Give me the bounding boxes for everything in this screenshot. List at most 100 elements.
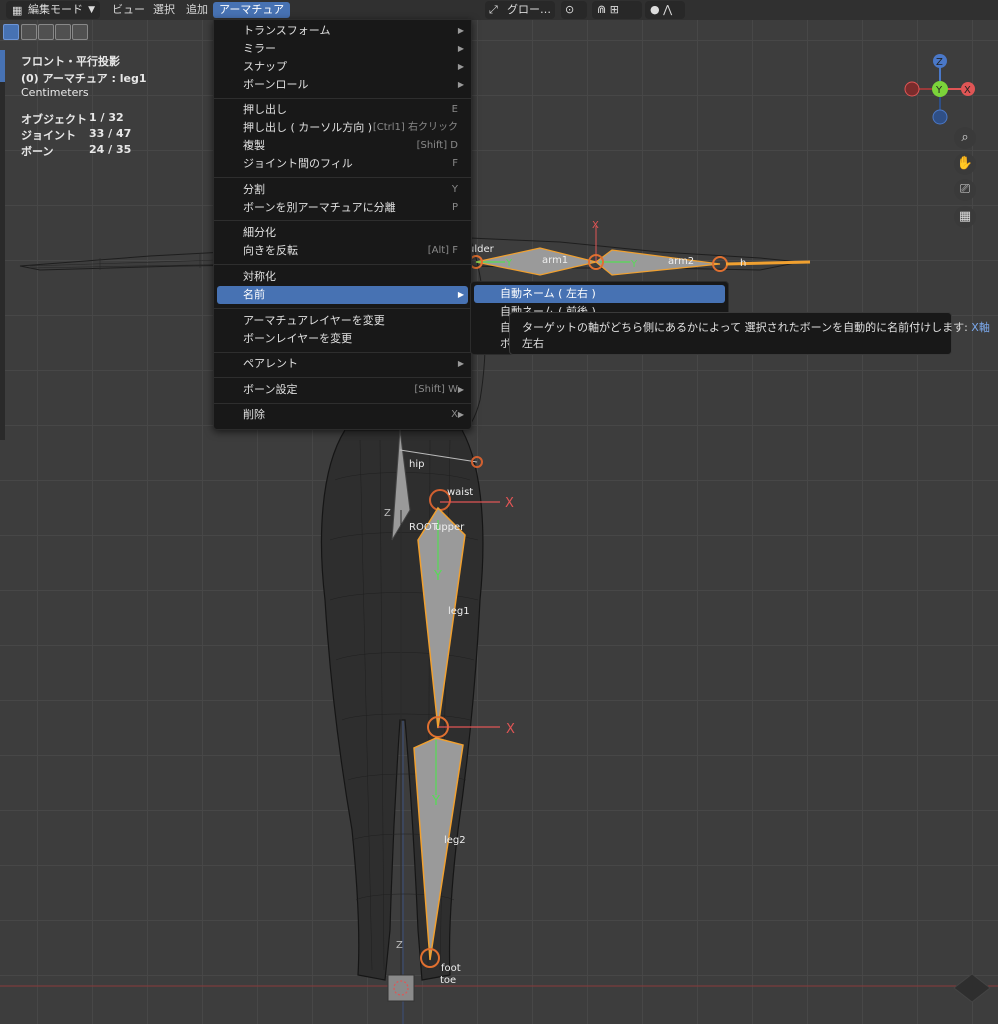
menu-item-change-bone-layer[interactable]: ボーンレイヤーを変更 <box>217 330 468 348</box>
tooltip-line2: 左右 <box>522 337 544 350</box>
submenu-arrow-icon: ▶ <box>457 62 464 71</box>
menu-separator <box>214 220 471 221</box>
view-name: フロント・平行投影 <box>21 55 120 68</box>
menu-item-fill-joints[interactable]: ジョイント間のフィル F <box>217 155 468 173</box>
label-hip: hip <box>409 459 424 470</box>
orientation-icon: ⤢ <box>489 3 498 16</box>
orientation-label: グロー… <box>507 3 551 16</box>
snap-magnet-icon: ⋒ ⊞ <box>597 3 619 16</box>
active-object-label: (0) アーマチュア : leg1 <box>21 72 147 85</box>
pivot-icon: ⊙ <box>565 3 575 16</box>
camera-view-icon[interactable]: ⎚ <box>954 179 976 201</box>
label-leg1: leg1 <box>448 606 470 617</box>
submenu-arrow-icon: ▶ <box>457 410 464 419</box>
gizmo-x-label: X <box>964 85 971 96</box>
submenu-arrow-icon: ▶ <box>457 359 464 368</box>
menu-item-bone-settings[interactable]: ボーン設定 [Shift] W ▶ <box>217 381 468 399</box>
stat-bones-label: ボーン <box>21 145 54 158</box>
snap-toggle[interactable]: ⋒ ⊞ <box>592 1 642 19</box>
menu-item-snap[interactable]: スナップ ▶ <box>217 58 468 76</box>
menu-item-transform[interactable]: トランスフォーム ▶ <box>217 22 468 40</box>
select-invert-icon[interactable] <box>55 24 71 40</box>
select-intersect-icon[interactable] <box>72 24 88 40</box>
menu-item-bone-roll[interactable]: ボーンロール ▶ <box>217 76 468 94</box>
axis-label-y-leg2: Y <box>431 794 440 809</box>
menu-separator <box>214 377 471 378</box>
chevron-down-icon: ▼ <box>88 5 95 15</box>
zoom-icon[interactable]: ⌕ <box>954 127 976 149</box>
menu-item-subdivide[interactable]: 細分化 <box>217 224 468 242</box>
label-leg2: leg2 <box>444 835 466 846</box>
axis-label-y-leg1: Y <box>433 569 442 584</box>
label-foot: foot <box>441 963 461 974</box>
label-hand: h <box>740 258 746 269</box>
menu-separator <box>214 177 471 178</box>
transform-orientation-select[interactable]: ⤢ グロー… <box>485 1 555 19</box>
menu-item-extrude[interactable]: 押し出し E <box>217 101 468 119</box>
mode-select[interactable]: ▦ 編集モード ▼ <box>6 1 100 19</box>
select-extend-icon[interactable] <box>21 24 37 40</box>
menu-item-symmetrize[interactable]: 対称化 <box>217 268 468 286</box>
tooltip-axis: X軸 <box>971 321 990 334</box>
submenu-arrow-icon: ▶ <box>457 290 464 299</box>
menu-item-switch-direction[interactable]: 向きを反転 [Alt] F <box>217 242 468 260</box>
submenu-arrow-icon: ▶ <box>457 80 464 89</box>
label-waist: waist <box>447 487 473 498</box>
menu-item-split[interactable]: 分割 Y <box>217 181 468 199</box>
label-arm2: arm2 <box>668 256 694 267</box>
menu-add[interactable]: 追加 <box>180 2 214 18</box>
proportional-icon: ● ⋀ <box>650 3 673 16</box>
axis-label-x-arm: X <box>592 220 599 231</box>
axis-label-z-root: Z <box>396 940 403 951</box>
pivot-point-button[interactable]: ⊙ <box>561 1 587 19</box>
menu-item-names[interactable]: 名前 ▶ <box>217 286 468 304</box>
menu-item-change-armature-layer[interactable]: アーマチュアレイヤーを変更 <box>217 312 468 330</box>
viewport-header: ▦ 編集モード ▼ ビュー 選択 追加 アーマチュア ⤢ グロー… ⊙ ⋒ ⊞ … <box>0 0 998 20</box>
menu-separator <box>214 264 471 265</box>
tooltip: ターゲットの軸がどちら側にあるかによって 選択されたボーンを自動的に名前付けしま… <box>509 312 990 355</box>
menu-armature[interactable]: アーマチュア <box>213 2 291 18</box>
navigation-gizmo[interactable]: X Z Y <box>900 52 980 132</box>
select-new-icon[interactable] <box>3 24 19 40</box>
axis-label-z-hip: Z <box>384 508 391 519</box>
axis-label-y-arm2: Y <box>630 259 638 270</box>
axis-label-x-knee: X <box>506 722 515 737</box>
stat-objects-label: オブジェクト <box>21 113 87 126</box>
label-upper: upper <box>435 522 465 533</box>
root-bone-box <box>387 974 415 1002</box>
submenu-item-autoname-left-right[interactable]: 自動ネーム ( 左右 ) <box>474 285 725 303</box>
gizmo-z-label: Z <box>936 57 943 68</box>
menu-select[interactable]: 選択 <box>147 2 181 18</box>
stat-joints-value: 33 / 47 <box>89 127 132 140</box>
stat-bones-value: 24 / 35 <box>89 143 132 156</box>
axis-label-x-waist: X <box>505 496 514 511</box>
units-label: Centimeters <box>21 86 89 99</box>
toolbar-strip[interactable] <box>0 50 5 440</box>
edit-mode-icon: ▦ <box>12 4 23 17</box>
select-subtract-icon[interactable] <box>38 24 54 40</box>
corner-widget <box>953 973 991 1003</box>
menu-separator <box>214 352 471 353</box>
label-root: ROOT <box>409 522 439 533</box>
submenu-arrow-icon: ▶ <box>457 385 464 394</box>
ortho-grid-icon[interactable]: ▦ <box>954 206 976 228</box>
menu-view[interactable]: ビュー <box>106 2 151 18</box>
menu-item-duplicate[interactable]: 複製 [Shift] D <box>217 137 468 155</box>
armature-menu: トランスフォーム ▶ ミラー ▶ スナップ ▶ ボーンロール ▶ 押し出し E 押し出し … <box>213 19 472 430</box>
tooltip-text: ターゲットの軸がどちら側にあるかによって 選択されたボーンを自動的に名前付けしま… <box>522 321 968 334</box>
stat-joints-label: ジョイント <box>21 129 76 142</box>
label-toe: toe <box>440 975 456 986</box>
proportional-edit-toggle[interactable]: ● ⋀ <box>645 1 685 19</box>
active-tool-indicator <box>0 50 5 82</box>
menu-item-mirror[interactable]: ミラー ▶ <box>217 40 468 58</box>
menu-item-separate-bones[interactable]: ボーンを別アーマチュアに分離 P <box>217 199 468 217</box>
pan-hand-icon[interactable]: ✋ <box>954 153 976 175</box>
menu-item-extrude-cursor[interactable]: 押し出し ( カーソル方向 ) [Ctrl1] 右クリック <box>217 119 468 137</box>
menu-separator <box>214 98 471 99</box>
gizmo-y-label: Y <box>935 85 943 96</box>
stat-objects-value: 1 / 32 <box>89 111 124 124</box>
submenu-arrow-icon: ▶ <box>457 44 464 53</box>
mode-label: 編集モード <box>28 3 83 16</box>
menu-item-delete[interactable]: 削除 X ▶ <box>217 406 468 424</box>
menu-item-parent[interactable]: ペアレント ▶ <box>217 355 468 373</box>
